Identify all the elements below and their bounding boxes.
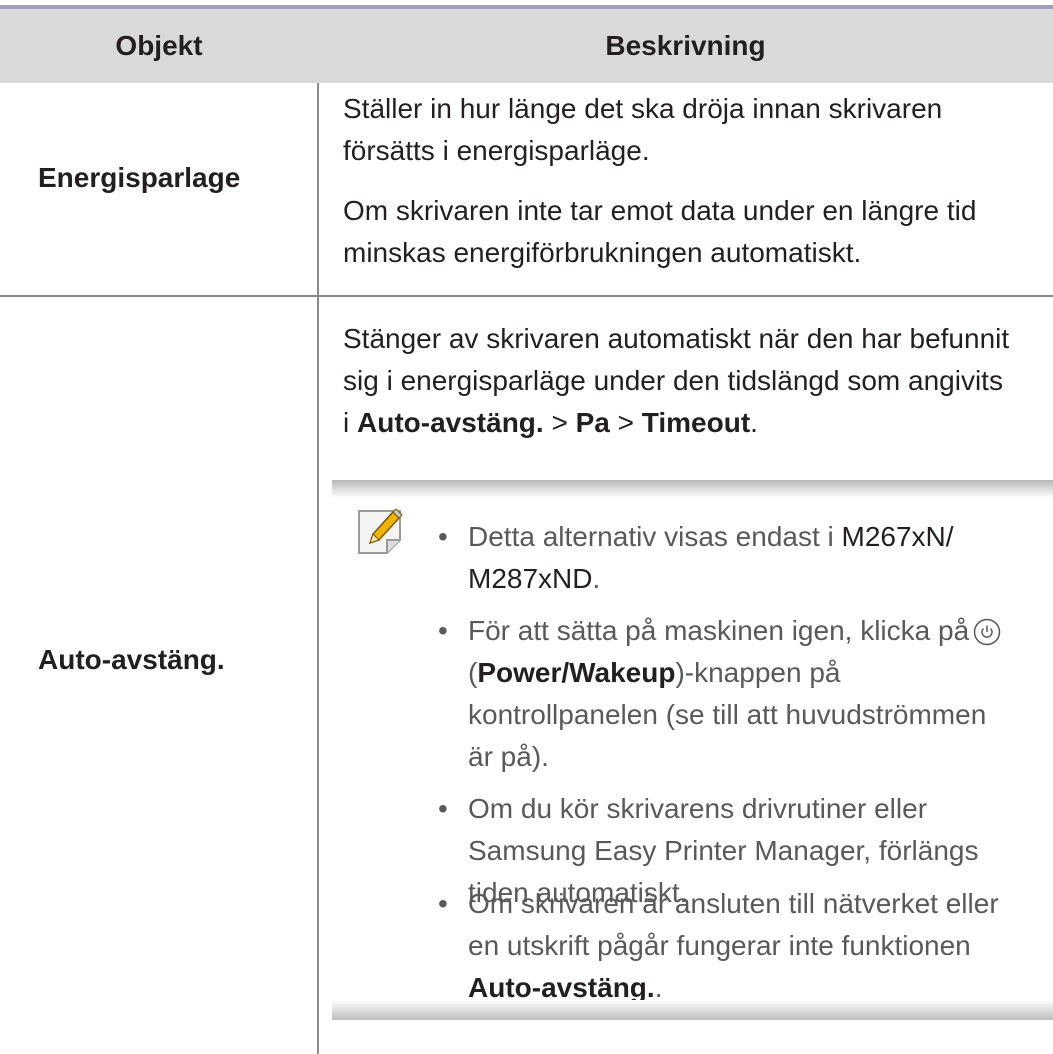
bullet: • [438,793,448,824]
note-item: Om skrivaren är ansluten till nätverket … [468,888,999,1003]
bullet: • [438,615,448,646]
row-label-auto-avstang: Auto-avstäng. [38,644,225,675]
description-line: sig i energisparläge under den tidslängd… [343,365,1003,396]
description-line: Om skrivaren inte tar emot data under en… [343,195,977,226]
menu-path-item: Auto-avstäng. [357,407,544,438]
table-header: Objekt Beskrivning [0,9,1053,83]
bullet: • [438,521,448,552]
column-header-beskrivning: Beskrivning [605,30,766,61]
note-item: För att sätta på maskinen igen, klicka p… [468,610,1048,778]
note-pencil-icon [358,508,403,554]
note-item: Detta alternativ visas endast i M267xN/ … [468,521,954,594]
description-paragraph: Om skrivaren inte tar emot data under en… [343,190,1043,274]
menu-path-item: Pa [575,407,610,438]
description-line: Ställer in hur länge det ska dröja innan… [343,93,943,124]
description-paragraph: Ställer in hur länge det ska dröja innan… [343,88,1043,172]
description-line: Stänger av skrivaren automatiskt när den… [343,323,1010,354]
description-paragraph: Stänger av skrivaren automatiskt när den… [343,318,1043,444]
note-box-top [332,480,1053,498]
description-line: minskas energiförbrukningen automatiskt. [343,237,862,268]
row-label-energisparlage: Energisparlage [38,162,241,193]
row-divider [0,295,1053,297]
power-button-icon [973,618,1001,646]
menu-path: i Auto-avstäng. > Pa > Timeout. [343,407,758,438]
description-line: försätts i energisparläge. [343,135,650,166]
menu-path-item: Timeout [641,407,751,438]
note-box-bottom [332,1000,1053,1020]
column-divider [317,83,319,1054]
column-header-objekt: Objekt [115,30,203,61]
bullet: • [438,888,448,919]
